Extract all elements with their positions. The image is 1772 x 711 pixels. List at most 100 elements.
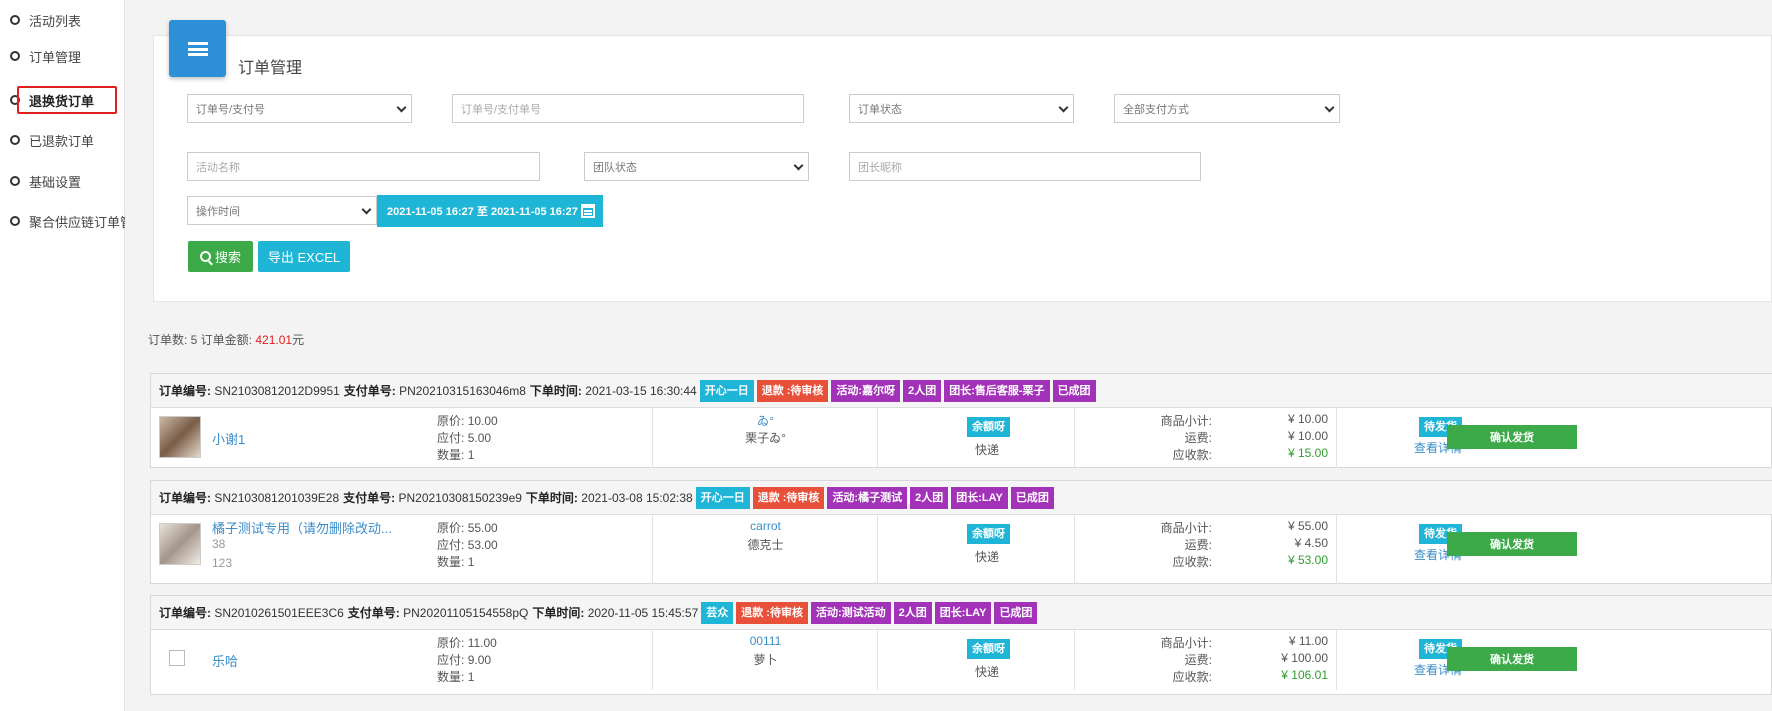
chevron-down-icon <box>396 102 407 113</box>
quantity-label: 数量: <box>437 555 465 569</box>
sidebar-item-supply-chain-orders[interactable]: 聚合供应链订单管 <box>0 207 125 235</box>
order-time-label: 下单时间: <box>529 384 582 398</box>
tag-group-status: 已成团 <box>1052 379 1096 402</box>
order-header: 订单编号: SN2010261501EEE3C6 支付单号: PN2020110… <box>151 596 1772 630</box>
amount-col: 商品小计: 运费: 应收款: ¥ 10.00 ¥ 10.00 ¥ 15.00 <box>1075 408 1337 468</box>
product-thumbnail[interactable] <box>159 523 201 565</box>
receivable-value: ¥ 53.00 <box>1287 553 1328 567</box>
receivable-value: ¥ 106.01 <box>1281 668 1328 682</box>
confirm-ship-button[interactable]: 确认发货 <box>1447 532 1577 556</box>
order-no: SN21030812012D9951 <box>214 383 340 398</box>
sidebar-item-refunded-orders[interactable]: 已退款订单 <box>0 126 125 154</box>
activity-name-input[interactable]: 活动名称 <box>187 152 540 181</box>
buyer-link[interactable]: carrot <box>653 519 878 533</box>
shipping-value: ¥ 10.00 <box>1287 429 1328 443</box>
export-excel-button[interactable]: 导出 EXCEL <box>258 241 350 272</box>
order-summary: 订单数: 5 订单金额: 421.01元 <box>148 331 304 348</box>
circle-icon <box>10 176 20 186</box>
sidebar-item-activity-list[interactable]: 活动列表 <box>0 6 125 34</box>
sidebar-item-order-management[interactable]: 订单管理 <box>0 42 125 70</box>
menu-icon <box>169 20 226 77</box>
quantity-value: 1 <box>467 670 475 684</box>
confirm-ship-button[interactable]: 确认发货 <box>1447 425 1577 449</box>
sidebar-item-label: 聚合供应链订单管 <box>29 214 125 230</box>
order-no: SN2103081201039E28 <box>214 490 340 505</box>
product-thumbnail[interactable] <box>159 416 201 458</box>
product-meta: 123 <box>212 556 233 570</box>
shipping-label: 运费: <box>1184 431 1212 445</box>
order-status-select-value: 订单状态 <box>858 103 902 116</box>
pay-method-badge: 余额呀 <box>967 417 1010 437</box>
summary-amount: 421.01 <box>255 333 293 347</box>
time-type-select[interactable]: 操作时间 <box>187 196 377 225</box>
payable-price: 应付: 53.00 <box>437 536 498 553</box>
order-time-label: 下单时间: <box>525 491 578 505</box>
amount-col: 商品小计: 运费: 应收款: ¥ 55.00 ¥ 4.50 ¥ 53.00 <box>1075 515 1337 584</box>
product-col: 橘子测试专用（请勿删除改动... 38 123 原价: 55.00 应付: 53… <box>151 515 653 584</box>
export-button-label: 导出 EXCEL <box>267 250 341 265</box>
receivable-value: ¥ 15.00 <box>1287 446 1328 460</box>
buyer-link[interactable]: ゐ° <box>653 412 878 429</box>
page-title: 订单管理 <box>238 60 303 77</box>
orig-price-label: 原价: <box>437 521 465 535</box>
order-status-select[interactable]: 订单状态 <box>849 94 1074 123</box>
broken-image-icon[interactable] <box>169 650 185 666</box>
orig-price-label: 原价: <box>437 414 465 428</box>
tag-refund-status: 退款 :待审核 <box>736 601 808 624</box>
time-type-select-value: 操作时间 <box>196 205 240 218</box>
order-card: 订单编号: SN21030812012D9951 支付单号: PN2021031… <box>150 373 1772 468</box>
order-no: SN2010261501EEE3C6 <box>214 605 344 620</box>
orig-price-value: 11.00 <box>467 636 497 650</box>
summary-prefix: 订单数: 5 订单金额: <box>148 333 256 347</box>
search-icon <box>199 251 211 262</box>
order-no-label: 订单编号: <box>159 384 211 398</box>
orig-price: 原价: 55.00 <box>437 519 498 536</box>
tag-group-size: 2人团 <box>903 379 942 402</box>
chevron-down-icon <box>793 160 804 171</box>
subtotal-value: ¥ 11.00 <box>1288 634 1328 648</box>
quantity-value: 1 <box>467 448 475 462</box>
leader-name-input[interactable]: 团长昵称 <box>849 152 1201 181</box>
sidebar-item-basic-settings[interactable]: 基础设置 <box>0 167 125 195</box>
order-body: 小谢1 原价: 10.00 应付: 5.00 数量: 1 ゐ° 栗子ゐ° 余额呀… <box>151 408 1772 468</box>
product-name[interactable]: 乐哈 <box>212 651 238 670</box>
tag-shop: 芸众 <box>701 601 734 624</box>
team-status-select[interactable]: 团队状态 <box>584 152 809 181</box>
ship-method: 快递 <box>974 443 999 457</box>
calendar-icon <box>580 204 595 218</box>
buyer-link[interactable]: 00111 <box>653 634 878 648</box>
pay-no: PN20201105154558pQ <box>403 605 529 620</box>
order-type-select-value: 订单号/支付号 <box>196 103 266 116</box>
order-type-select[interactable]: 订单号/支付号 <box>187 94 412 123</box>
product-name[interactable]: 小谢1 <box>212 429 245 448</box>
payable-label: 应付: <box>437 538 465 552</box>
date-range-picker[interactable]: 2021-11-05 16:27 至 2021-11-05 16:27 <box>377 195 603 227</box>
amount-col: 商品小计: 运费: 应收款: ¥ 11.00 ¥ 100.00 ¥ 106.01 <box>1075 630 1337 690</box>
search-button[interactable]: 搜索 <box>188 241 253 272</box>
order-no-input[interactable]: 订单号/支付单号 <box>452 94 804 123</box>
order-time: 2021-03-15 16:30:44 <box>585 383 697 398</box>
order-card: 订单编号: SN2010261501EEE3C6 支付单号: PN2020110… <box>150 595 1772 695</box>
quantity: 数量: 1 <box>437 446 474 463</box>
order-no-label: 订单编号: <box>159 491 211 505</box>
confirm-ship-button[interactable]: 确认发货 <box>1447 647 1577 671</box>
search-button-label: 搜索 <box>214 250 241 265</box>
product-name[interactable]: 橘子测试专用（请勿删除改动... <box>212 518 392 537</box>
tag-shop: 开心一日 <box>695 486 750 509</box>
tag-group-status: 已成团 <box>994 601 1038 624</box>
buyer-name: 萝卜 <box>753 653 778 667</box>
product-col: 乐哈 原价: 11.00 应付: 9.00 数量: 1 <box>151 630 653 690</box>
quantity-value: 1 <box>467 555 475 569</box>
tag-shop: 开心一日 <box>699 379 754 402</box>
quantity-label: 数量: <box>437 448 465 462</box>
sidebar-item-label: 已退款订单 <box>29 133 95 149</box>
shipping-value: ¥ 100.00 <box>1281 651 1328 665</box>
payable-price: 应付: 5.00 <box>437 429 491 446</box>
buyer-name: 栗子ゐ° <box>745 431 786 445</box>
pay-method-select[interactable]: 全部支付方式 <box>1114 94 1340 123</box>
payable-label: 应付: <box>437 653 465 667</box>
tag-activity: 活动:测试活动 <box>810 601 891 624</box>
pay-no-label: 支付单号: <box>347 606 400 620</box>
buyer-col: carrot 德克士 <box>653 515 878 584</box>
tag-activity: 活动:橘子测试 <box>827 486 908 509</box>
